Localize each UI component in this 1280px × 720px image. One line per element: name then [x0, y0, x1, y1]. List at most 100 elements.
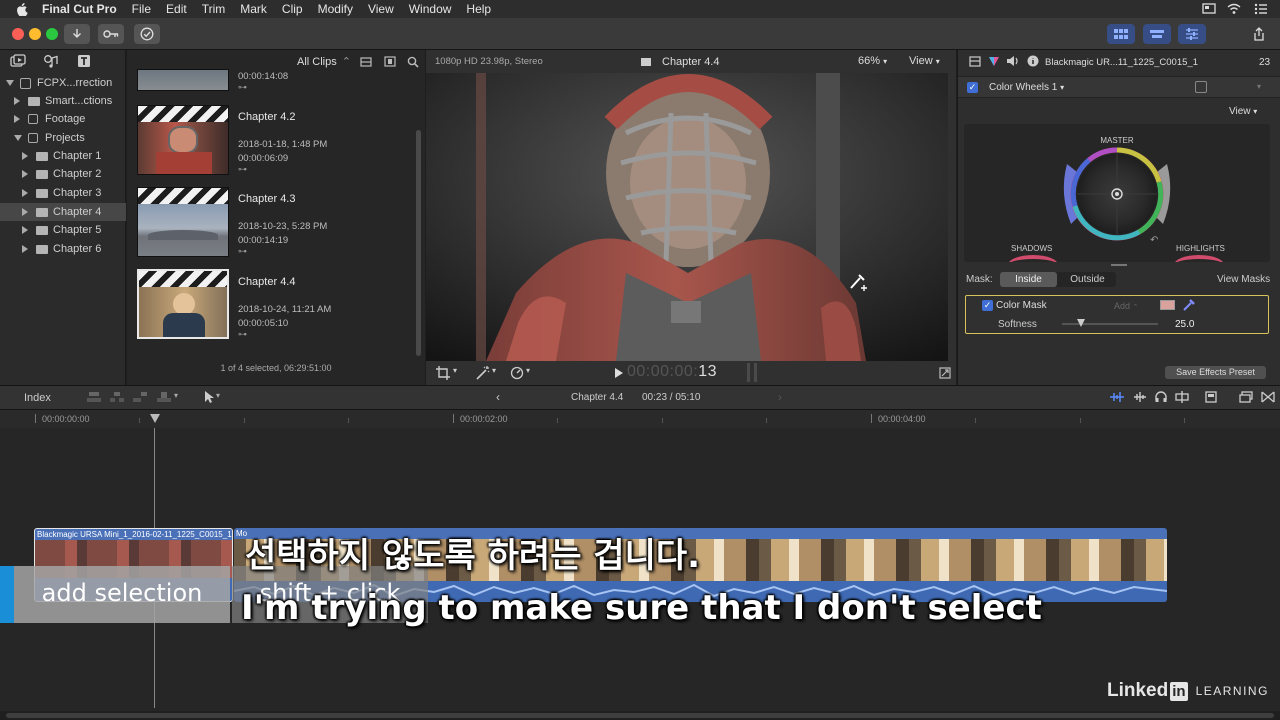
effect-selector[interactable]: Color Wheels 1 ▾	[989, 82, 1064, 93]
show-browser-button[interactable]	[1107, 24, 1135, 44]
magic-wand-icon[interactable]	[476, 366, 490, 380]
reset-wheel-icon[interactable]: ↶	[1150, 235, 1158, 246]
disclosure-closed-icon[interactable]	[22, 189, 28, 197]
menu-app-name[interactable]: Final Cut Pro	[42, 2, 117, 16]
clip-thumbnail-selected[interactable]	[137, 269, 229, 339]
menu-trim[interactable]: Trim	[202, 2, 226, 16]
select-tool-icon[interactable]	[203, 390, 215, 404]
menu-window[interactable]: Window	[409, 2, 452, 16]
show-timeline-button[interactable]	[1143, 24, 1171, 44]
timeline-scroll-thumb[interactable]	[6, 713, 1274, 718]
share-button[interactable]	[1247, 24, 1271, 44]
audio-inspector-icon[interactable]	[1006, 55, 1020, 67]
master-color-wheel[interactable]	[1059, 146, 1175, 246]
playhead-handle[interactable]	[150, 414, 160, 423]
all-clips-filter[interactable]: All Clips ⌃	[297, 55, 351, 68]
photos-audio-icon[interactable]	[43, 54, 59, 68]
browser-scrollbar[interactable]	[416, 130, 421, 356]
filmstrip-view-icon[interactable]	[384, 56, 396, 67]
window-minimize-button[interactable]	[29, 28, 41, 40]
skimming-icon[interactable]	[1133, 391, 1147, 403]
disclosure-closed-icon[interactable]	[22, 208, 28, 216]
wifi-icon[interactable]	[1227, 3, 1241, 15]
reset-effect-button[interactable]	[1195, 81, 1207, 93]
timecode-display[interactable]: 00:00:00:13	[627, 363, 717, 381]
clip-thumbnail-partial[interactable]	[137, 69, 229, 91]
clip-appearance-icon[interactable]	[1205, 391, 1217, 403]
clip-appearance-icon[interactable]	[360, 57, 372, 67]
video-inspector-icon[interactable]	[969, 56, 981, 67]
titles-generators-icon[interactable]	[76, 54, 92, 68]
disclosure-closed-icon[interactable]	[22, 245, 28, 253]
disclosure-closed-icon[interactable]	[22, 226, 28, 234]
disclosure-closed-icon[interactable]	[22, 152, 28, 160]
zoom-menu[interactable]: 66% ▾	[858, 55, 887, 67]
sidebar-item-chapter-6[interactable]: Chapter 6	[0, 240, 126, 258]
apple-icon[interactable]	[16, 2, 28, 16]
mask-color-swatch[interactable]	[1160, 300, 1175, 310]
transitions-browser-icon[interactable]	[1261, 391, 1275, 403]
sidebar-item-chapter-3[interactable]: Chapter 3	[0, 184, 126, 202]
append-clip-icon[interactable]	[133, 391, 147, 403]
sidebar-item-chapter-1[interactable]: Chapter 1	[0, 147, 126, 165]
keywords-button[interactable]	[98, 24, 124, 44]
menu-edit[interactable]: Edit	[166, 2, 187, 16]
fullscreen-icon[interactable]	[939, 367, 951, 379]
disclosure-closed-icon[interactable]	[14, 97, 20, 105]
view-masks-toggle[interactable]: View Masks	[1217, 274, 1270, 285]
audio-skimming-icon[interactable]	[1109, 391, 1125, 403]
snapping-icon[interactable]	[1175, 391, 1189, 403]
show-inspector-button[interactable]	[1178, 24, 1206, 44]
sidebar-item-footage[interactable]: Footage	[0, 110, 126, 128]
menu-modify[interactable]: Modify	[318, 2, 353, 16]
disclosure-closed-icon[interactable]	[22, 170, 28, 178]
crop-icon[interactable]	[436, 366, 450, 380]
sidebar-item-chapter-5[interactable]: Chapter 5	[0, 221, 126, 239]
background-tasks-button[interactable]	[134, 24, 160, 44]
color-inspector-icon[interactable]	[988, 55, 1000, 67]
softness-value[interactable]: 25.0	[1175, 319, 1194, 330]
highlights-color-wheel[interactable]	[1174, 255, 1224, 262]
chevron-down-icon[interactable]: ▾	[453, 366, 457, 375]
save-effects-preset-button[interactable]: Save Effects Preset	[1165, 366, 1266, 379]
headphones-icon[interactable]	[1155, 391, 1167, 403]
timeline-back-button[interactable]: ‹	[496, 390, 500, 404]
chevron-down-icon[interactable]: ▾	[526, 366, 530, 375]
eyedropper-icon[interactable]	[1182, 298, 1196, 312]
chevron-down-icon[interactable]: ▾	[216, 391, 220, 400]
menu-file[interactable]: File	[132, 2, 151, 16]
connect-clip-icon[interactable]	[87, 391, 101, 403]
disclosure-closed-icon[interactable]	[14, 115, 20, 123]
overwrite-clip-icon[interactable]	[157, 391, 171, 403]
window-zoom-button[interactable]	[46, 28, 58, 40]
timeline-forward-button[interactable]: ›	[778, 390, 782, 404]
display-icon[interactable]	[1202, 3, 1216, 15]
window-close-button[interactable]	[12, 28, 24, 40]
info-inspector-icon[interactable]	[1027, 55, 1039, 67]
softness-slider-thumb[interactable]	[1077, 319, 1085, 327]
panel-resize-handle[interactable]	[1111, 264, 1127, 266]
inspector-view-menu[interactable]: View ▾	[1229, 106, 1257, 117]
menu-view[interactable]: View	[368, 2, 394, 16]
disclosure-open-icon[interactable]	[14, 135, 22, 141]
effect-enable-checkbox[interactable]: ✓	[967, 82, 978, 93]
timeline-ruler[interactable]: 00:00:00:00 00:00:02:00 00:00:04:00	[0, 410, 1280, 428]
timeline-index-button[interactable]: Index	[24, 392, 51, 404]
viewer-view-menu[interactable]: View ▾	[909, 55, 940, 67]
disclosure-open-icon[interactable]	[6, 80, 14, 86]
shadows-color-wheel[interactable]	[1008, 255, 1058, 262]
mask-inside-tab[interactable]: Inside	[1000, 272, 1057, 287]
search-icon[interactable]	[407, 56, 419, 68]
sidebar-item-chapter-2[interactable]: Chapter 2	[0, 165, 126, 183]
chevron-down-icon[interactable]: ▾	[174, 391, 178, 400]
speedometer-icon[interactable]	[510, 366, 524, 380]
chevron-down-icon[interactable]: ▾	[1257, 82, 1261, 91]
insert-clip-icon[interactable]	[110, 391, 124, 403]
menu-clip[interactable]: Clip	[282, 2, 303, 16]
color-mask-checkbox[interactable]: ✓	[982, 300, 993, 311]
sidebar-item-projects[interactable]: Projects	[0, 129, 126, 147]
libraries-icon[interactable]	[10, 54, 26, 68]
sidebar-item-chapter-4[interactable]: Chapter 4	[0, 203, 126, 221]
menu-help[interactable]: Help	[466, 2, 491, 16]
clip-thumbnail[interactable]	[137, 187, 229, 257]
